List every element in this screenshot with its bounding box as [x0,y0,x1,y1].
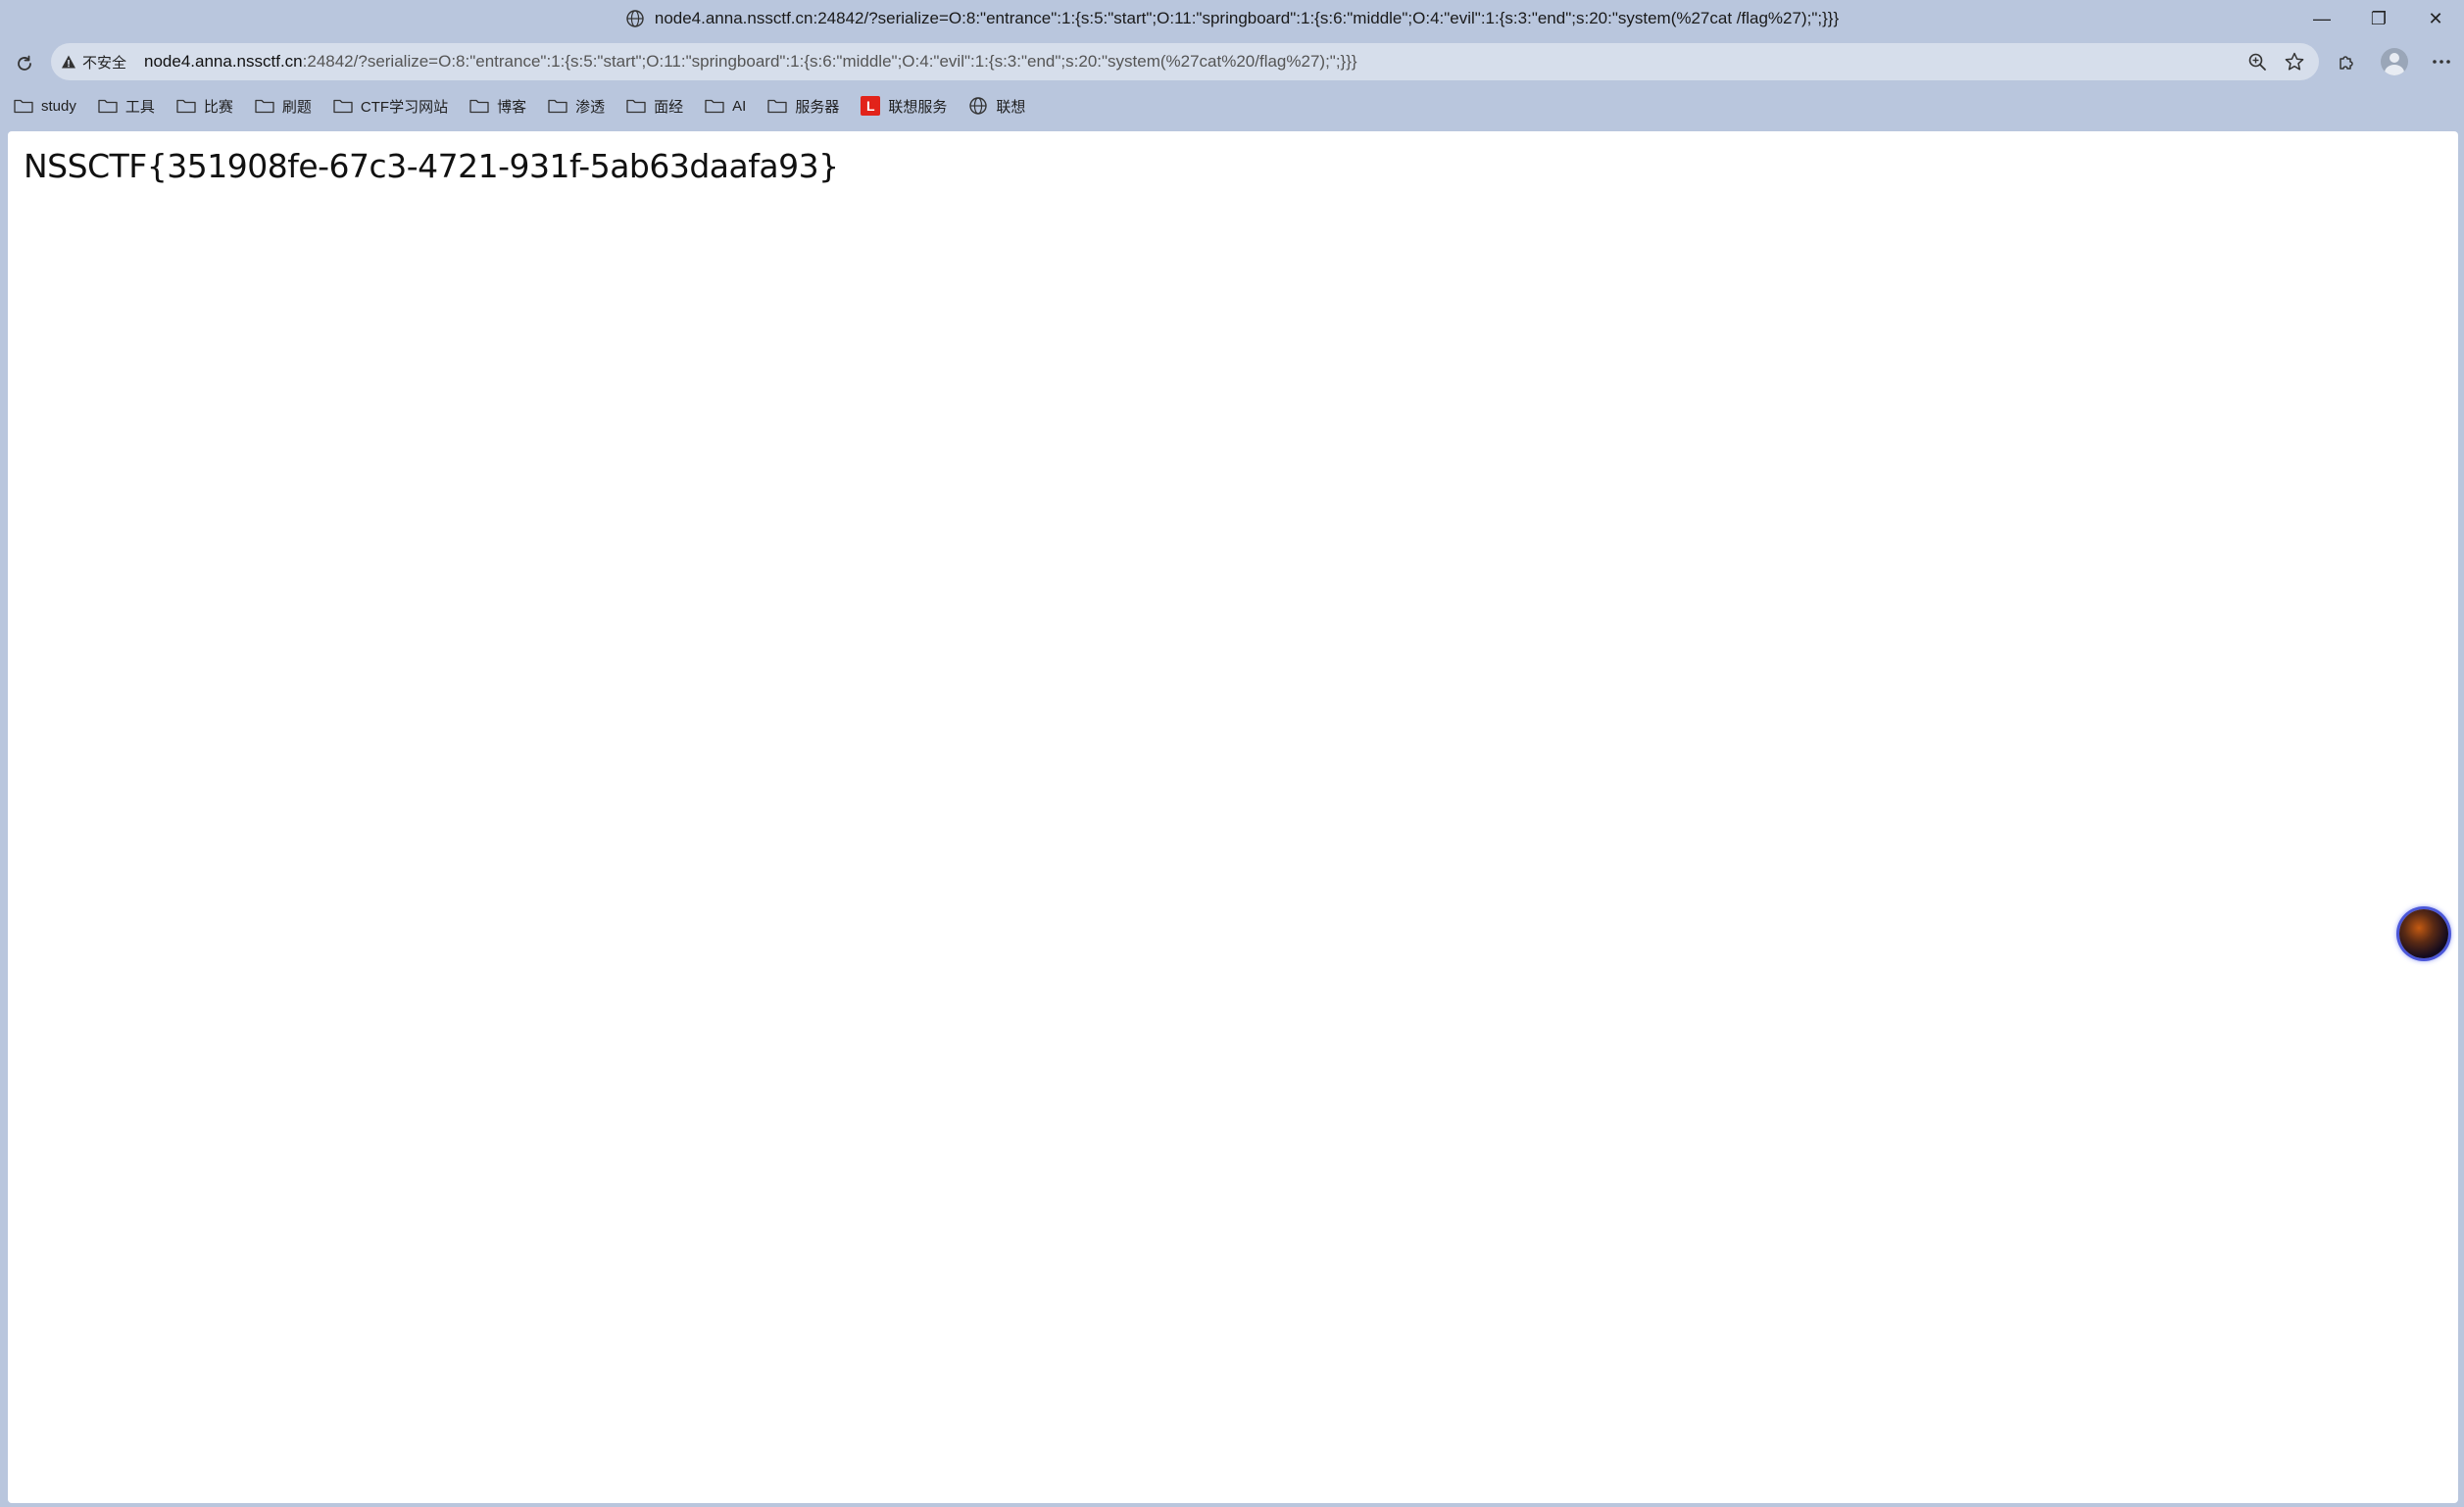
zoom-button[interactable] [2246,51,2268,73]
folder-icon [176,99,196,114]
bookmark-ctf-sites[interactable]: CTF学习网站 [333,96,448,117]
bookmark-label: 比赛 [203,98,233,116]
restore-button[interactable]: ❐ [2350,0,2407,37]
favorite-button[interactable] [2284,51,2305,73]
bookmark-label: study [41,97,76,115]
bookmark-label: CTF学习网站 [360,98,449,116]
bookmark-servers[interactable]: 服务器 [767,96,839,117]
folder-icon [469,99,489,114]
bookmarks-bar: study 工具 比赛 刷题 CTF学习网站 博客 渗透 面经 AI 服务器 L… [14,90,1025,122]
bookmark-ai[interactable]: AI [705,98,746,115]
window-title: node4.anna.nssctf.cn:24842/?serialize=O:… [654,9,1840,27]
folder-icon [255,99,274,114]
reload-icon [18,55,31,71]
window-controls: — ❐ ✕ [2293,0,2464,37]
bookmark-study[interactable]: study [14,98,76,115]
bookmark-interview[interactable]: 面经 [626,96,683,117]
bookmark-label: 联想服务 [888,98,948,116]
bookmark-tools[interactable]: 工具 [98,96,155,117]
bookmark-lenovo[interactable]: 联想 [968,96,1025,117]
folder-icon [333,99,353,114]
security-indicator[interactable]: 不安全 [61,52,126,73]
bookmark-practice[interactable]: 刷题 [255,96,312,117]
zoom-icon [2248,53,2266,71]
profile-button[interactable] [2380,47,2409,76]
bookmark-label: 刷题 [281,98,312,116]
floating-assistant-orb[interactable] [2399,909,2448,958]
minimize-button[interactable]: — [2293,0,2350,37]
title-bar: node4.anna.nssctf.cn:24842/?serialize=O:… [0,0,2464,37]
extensions-button[interactable] [2333,47,2362,76]
address-bar[interactable]: 不安全 node4.anna.nssctf.cn:24842/?serializ… [51,43,2319,80]
folder-icon [548,99,567,114]
bookmark-label: AI [732,97,747,115]
more-icon [2433,60,2450,64]
bookmark-lenovo-service[interactable]: L 联想服务 [861,96,947,117]
bookmark-label: 渗透 [575,98,606,116]
folder-icon [98,99,118,114]
url-host: node4.anna.nssctf.cn [144,52,303,71]
bookmark-contests[interactable]: 比赛 [176,96,233,117]
menu-button[interactable] [2427,47,2456,76]
bookmark-pentest[interactable]: 渗透 [548,96,605,117]
right-toolbar [2333,43,2456,80]
reload-button[interactable] [10,49,39,78]
bookmark-label: 博客 [497,98,527,116]
bookmark-label: 面经 [654,98,684,116]
title-wrap: node4.anna.nssctf.cn:24842/?serialize=O:… [625,9,1839,28]
browser-window: node4.anna.nssctf.cn:24842/?serialize=O:… [0,0,2464,1507]
flag-text: NSSCTF{351908fe-67c3-4721-931f-5ab63daaf… [24,147,839,185]
url-path: :24842/?serialize=O:8:"entrance":1:{s:5:… [302,52,1357,71]
bookmark-label: 服务器 [795,98,840,116]
bookmark-label: 联想 [996,98,1026,116]
bookmark-blog[interactable]: 博客 [469,96,526,117]
folder-icon [767,99,787,114]
extensions-icon [2340,56,2353,70]
folder-icon [14,99,33,114]
warning-icon [62,55,75,69]
bookmark-label: 工具 [124,98,155,116]
page-viewport: NSSCTF{351908fe-67c3-4721-931f-5ab63daaf… [8,131,2458,1503]
globe-icon [626,10,644,27]
close-button[interactable]: ✕ [2407,0,2464,37]
lenovo-icon: L [861,96,881,116]
folder-icon [705,99,724,114]
star-icon [2285,52,2304,71]
folder-icon [626,99,646,114]
security-label: 不安全 [82,54,127,72]
toolbar: 不安全 node4.anna.nssctf.cn:24842/?serializ… [0,43,2464,82]
url-input[interactable]: node4.anna.nssctf.cn:24842/?serialize=O:… [144,52,2246,72]
address-bar-icons [2246,51,2305,73]
globe-icon [969,97,988,115]
avatar [2381,48,2408,75]
